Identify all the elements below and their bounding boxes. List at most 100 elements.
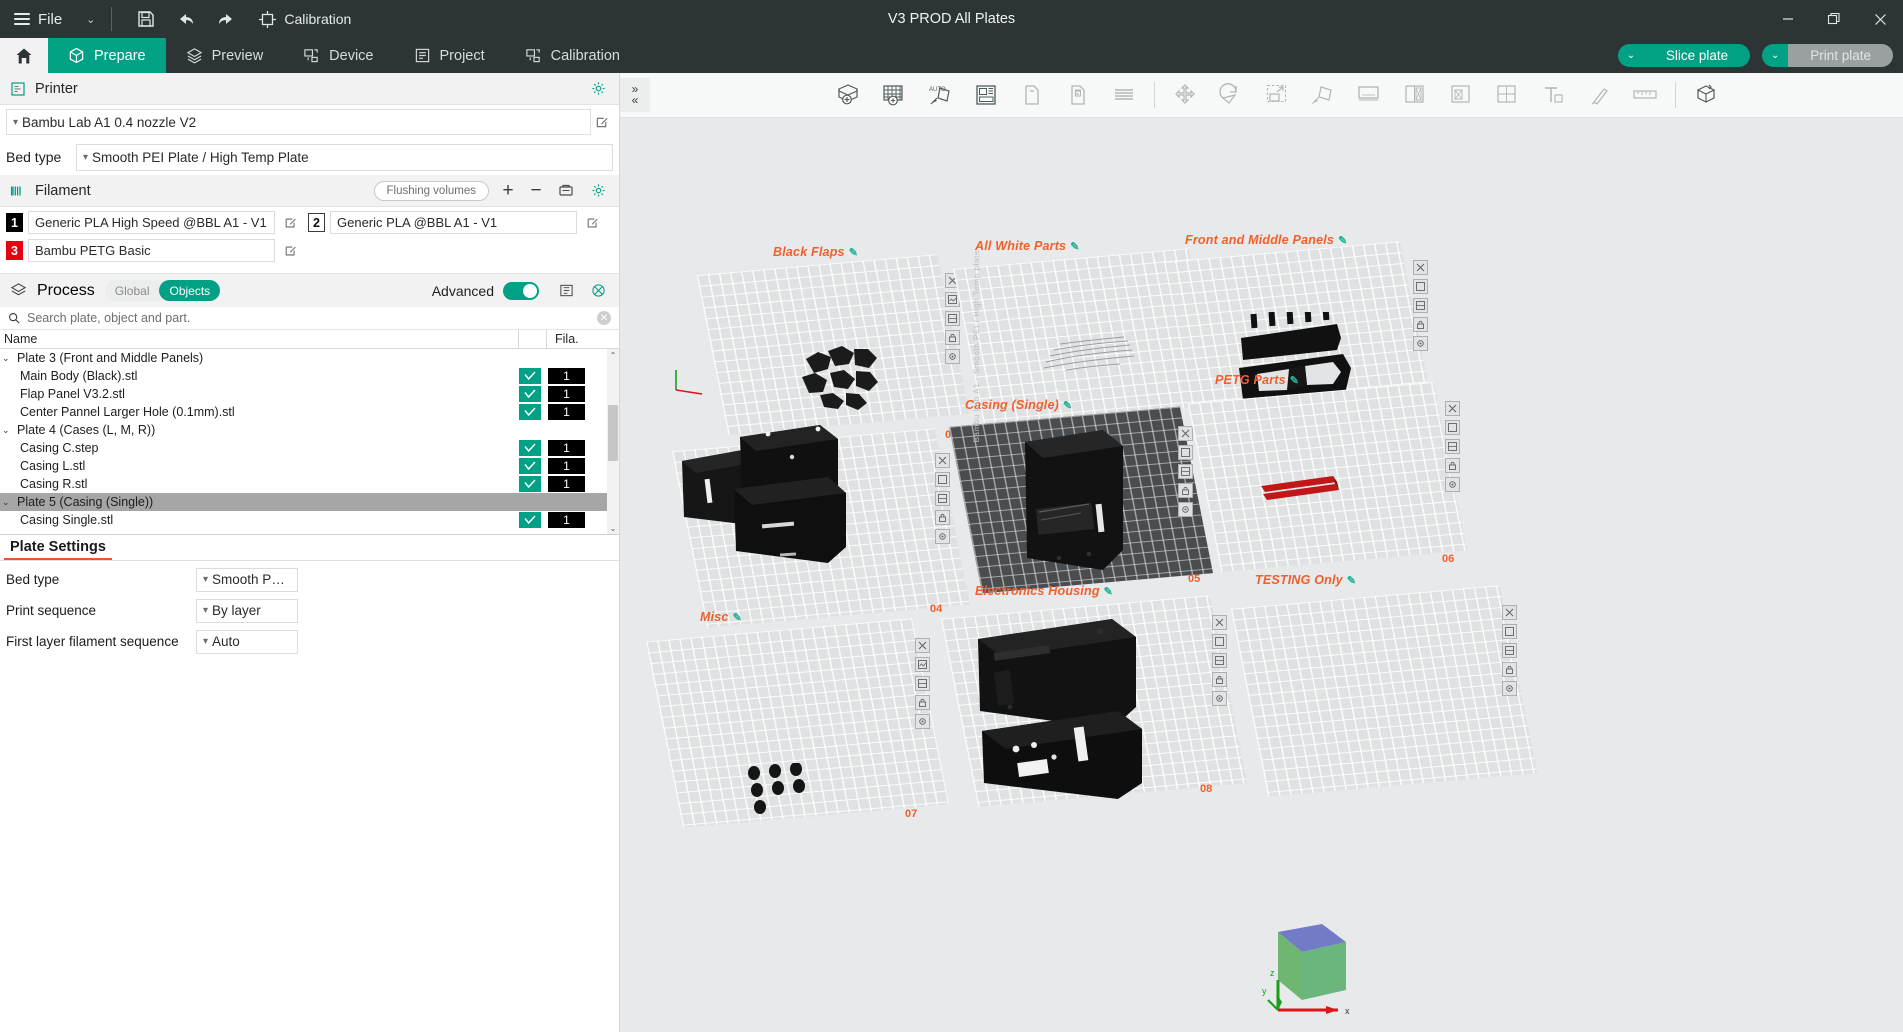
advanced-toggle[interactable] bbox=[503, 281, 539, 300]
plate-settings-icon[interactable] bbox=[1445, 477, 1460, 492]
plate-01-label[interactable]: Black Flaps ✎ bbox=[773, 245, 858, 259]
search-input[interactable] bbox=[27, 311, 590, 325]
support-painting-icon[interactable] bbox=[1393, 76, 1437, 114]
plate-08-label[interactable]: Electronics Housing ✎ bbox=[975, 584, 1113, 598]
delete-plate-icon[interactable] bbox=[1178, 426, 1193, 441]
delete-plate-icon[interactable] bbox=[1212, 615, 1227, 630]
maximize-button[interactable] bbox=[1811, 0, 1857, 38]
plate-06-models[interactable] bbox=[1257, 468, 1367, 513]
delete-plate-icon[interactable] bbox=[915, 638, 930, 653]
tab-device[interactable]: Device bbox=[283, 38, 393, 73]
bed-type-select[interactable]: ▾ Smooth PEI Plate / High Temp Plate bbox=[76, 143, 613, 171]
3d-scene[interactable]: Black Flaps ✎ 01 bbox=[620, 118, 1903, 1032]
color-painting-icon[interactable] bbox=[1439, 76, 1483, 114]
arrange-plate-icon[interactable] bbox=[1445, 420, 1460, 435]
3d-viewport[interactable]: » « AUTO Black Flaps ✎ All White Parts ✎… bbox=[620, 73, 1903, 1032]
edit-plate-name-icon[interactable]: ✎ bbox=[1347, 574, 1356, 587]
visibility-checkbox[interactable] bbox=[519, 404, 541, 420]
object-row[interactable]: Casing C.step 1 bbox=[0, 439, 619, 457]
filament-index-badge[interactable]: 1 bbox=[548, 476, 585, 492]
filament-2-name[interactable]: Generic PLA @BBL A1 - V1 bbox=[330, 211, 577, 234]
process-scope-toggle[interactable]: Global Objects bbox=[104, 280, 221, 301]
plate-settings-icon[interactable] bbox=[915, 714, 930, 729]
plate-09[interactable]: TESTING Only ✎ 09 bbox=[1230, 573, 1540, 818]
place-on-face-icon[interactable] bbox=[1301, 76, 1345, 114]
layers-slider-icon[interactable] bbox=[1102, 76, 1146, 114]
edit-plate-name-icon[interactable]: ✎ bbox=[1070, 240, 1079, 253]
plate-07-models[interactable] bbox=[745, 763, 815, 823]
plate-settings-icon[interactable] bbox=[1413, 336, 1428, 351]
lock-plate-icon[interactable] bbox=[1212, 672, 1227, 687]
visibility-checkbox[interactable] bbox=[519, 440, 541, 456]
add-plate-icon[interactable] bbox=[826, 76, 870, 114]
sync-filament-icon[interactable] bbox=[555, 180, 577, 202]
filament-index-badge[interactable]: 1 bbox=[548, 368, 585, 384]
arrange-plate-icon[interactable] bbox=[1178, 445, 1193, 460]
filament-2-edit-icon[interactable] bbox=[582, 212, 604, 234]
tab-calibration[interactable]: Calibration bbox=[505, 38, 640, 73]
reset-presets-icon[interactable] bbox=[587, 280, 609, 302]
orient-plate-icon[interactable] bbox=[1502, 643, 1517, 658]
filament-index-badge[interactable]: 1 bbox=[548, 512, 585, 528]
lock-plate-icon[interactable] bbox=[945, 330, 960, 345]
filament-index-badge[interactable]: 1 bbox=[548, 440, 585, 456]
filament-2-badge[interactable]: 2 bbox=[308, 213, 325, 232]
object-row[interactable]: Casing L.stl 1 bbox=[0, 457, 619, 475]
edit-plate-name-icon[interactable]: ✎ bbox=[1338, 234, 1347, 247]
visibility-checkbox[interactable] bbox=[519, 512, 541, 528]
split-to-objects-icon[interactable] bbox=[964, 76, 1008, 114]
scope-objects-option[interactable]: Objects bbox=[159, 280, 221, 301]
lock-plate-icon[interactable] bbox=[1413, 317, 1428, 332]
arrange-plate-icon[interactable] bbox=[1413, 279, 1428, 294]
object-row[interactable]: Main Body (Black).stl 1 bbox=[0, 367, 619, 385]
filament-1-name[interactable]: Generic PLA High Speed @BBL A1 - V1 bbox=[28, 211, 275, 234]
visibility-checkbox[interactable] bbox=[519, 458, 541, 474]
text-emboss-icon[interactable] bbox=[1531, 76, 1575, 114]
plate-09-label[interactable]: TESTING Only ✎ bbox=[1255, 573, 1356, 587]
menu-dropdown-caret[interactable]: ⌄ bbox=[72, 13, 109, 26]
lock-plate-icon[interactable] bbox=[1178, 483, 1193, 498]
arrange-plate-icon[interactable] bbox=[1502, 624, 1517, 639]
edit-plate-name-icon[interactable]: ✎ bbox=[1290, 374, 1299, 387]
plate-05-models[interactable] bbox=[1015, 408, 1145, 593]
printer-model-select[interactable]: ▾ Bambu Lab A1 0.4 nozzle V2 bbox=[6, 109, 591, 135]
expand-collapse-icon[interactable]: ⌄ bbox=[2, 353, 12, 364]
orient-plate-icon[interactable] bbox=[1413, 298, 1428, 313]
filament-gear-icon[interactable] bbox=[587, 180, 609, 202]
delete-plate-icon[interactable] bbox=[1445, 401, 1460, 416]
add-filament-button[interactable]: + bbox=[499, 181, 517, 200]
visibility-checkbox[interactable] bbox=[519, 386, 541, 402]
lock-plate-icon[interactable] bbox=[1502, 662, 1517, 677]
plate-06[interactable]: PETG Parts ✎ 06 bbox=[1187, 373, 1480, 588]
plate-07-label[interactable]: Misc ✎ bbox=[700, 610, 742, 624]
edit-plate-name-icon[interactable]: ✎ bbox=[733, 611, 742, 624]
object-row[interactable]: Casing R.stl 1 bbox=[0, 475, 619, 493]
remove-filament-button[interactable]: − bbox=[527, 181, 545, 200]
undo-icon[interactable] bbox=[166, 0, 206, 38]
redo-icon[interactable] bbox=[206, 0, 246, 38]
edit-plate-name-icon[interactable]: ✎ bbox=[1104, 585, 1113, 598]
plate-group-row[interactable]: ⌄ Plate 4 (Cases (L, M, R)) bbox=[0, 421, 619, 439]
orient-plate-icon[interactable] bbox=[1178, 464, 1193, 479]
rotate-icon[interactable] bbox=[1209, 76, 1253, 114]
clear-search-icon[interactable]: ✕ bbox=[597, 311, 611, 325]
plate-02-models[interactable] bbox=[1040, 328, 1150, 378]
auto-orient-icon[interactable]: AUTO bbox=[918, 76, 962, 114]
filament-index-badge[interactable]: 1 bbox=[548, 386, 585, 402]
object-row[interactable]: Flap Panel V3.2.stl 1 bbox=[0, 385, 619, 403]
orient-plate-icon[interactable] bbox=[1445, 439, 1460, 454]
object-row[interactable]: Casing Single.stl 1 bbox=[0, 511, 619, 529]
tab-prepare[interactable]: Prepare bbox=[48, 38, 166, 73]
slice-plate-button[interactable]: ⌄ Slice plate bbox=[1617, 44, 1751, 67]
edit-plate-name-icon[interactable]: ✎ bbox=[849, 246, 858, 259]
save-icon[interactable] bbox=[126, 0, 166, 38]
orient-plate-icon[interactable] bbox=[1212, 653, 1227, 668]
assembly-view-icon[interactable] bbox=[1684, 76, 1728, 114]
tab-project[interactable]: Project bbox=[394, 38, 505, 73]
plate-04-models[interactable] bbox=[670, 401, 900, 581]
variable-layer-height-icon[interactable] bbox=[1010, 76, 1054, 114]
fuzzy-skin-icon[interactable] bbox=[1577, 76, 1621, 114]
close-button[interactable] bbox=[1857, 0, 1903, 38]
filament-index-badge[interactable]: 1 bbox=[548, 404, 585, 420]
filament-3-name[interactable]: Bambu PETG Basic bbox=[28, 239, 275, 262]
